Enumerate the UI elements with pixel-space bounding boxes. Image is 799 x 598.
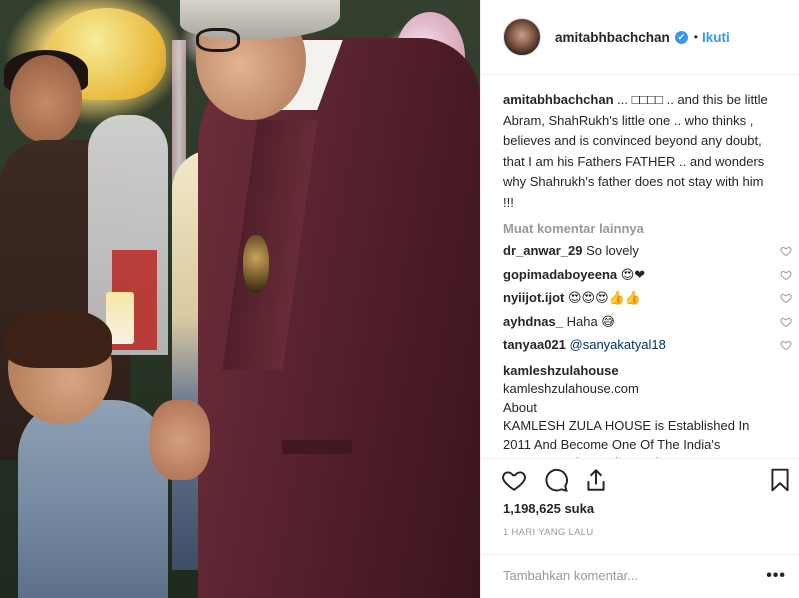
comment-text: kamleshzulahouse.com [503,381,639,396]
comment-text: 😍😍😍👍👍 [564,290,642,305]
comment-username[interactable]: gopimadaboyeena [503,267,617,282]
likes-count[interactable]: 1,198,625 suka [503,501,594,516]
person-head [10,55,82,143]
avatar[interactable] [503,18,541,56]
comment-text: 😍❤ [617,266,646,282]
comment-rows: dr_anwar_29 So lovely gopimadaboyeena 😍❤ n… [503,239,792,357]
post-caption: amitabhbachchan ... □□□□ .. and this be … [503,90,773,213]
handshake [150,400,210,480]
heart-icon[interactable] [780,292,792,304]
caption-username[interactable]: amitabhbachchan [503,92,614,107]
load-more-comments-button[interactable]: Muat komentar lainnya [503,219,778,239]
comment-item: gopimadaboyeena 😍❤ [503,263,792,287]
comment-username[interactable]: nyiijot.ijot [503,290,564,305]
heart-icon[interactable] [780,269,792,281]
comment-mention-link[interactable]: @sanyakatyal18 [570,337,666,352]
post-photo[interactable] [0,0,480,598]
boy-shirt [18,400,168,598]
comment-text: Haha 😅 [562,313,615,329]
comment-item: nyiijot.ijot 😍😍😍👍👍 [503,286,792,310]
verified-icon: ✔ [674,30,688,44]
comment-icon[interactable] [543,467,569,493]
glasses [196,28,240,52]
header-username[interactable]: amitabhbachchan [555,30,670,45]
comment-username[interactable]: ayhdnas_ [503,314,563,329]
boy-hair [4,308,112,368]
post-actions: 1,198,625 suka 1 HARI YANG LALU ••• [481,458,799,598]
comment-text: About [503,399,537,415]
comment-item: tanyaa021 @sanyakatyal18 [503,333,792,357]
heart-icon[interactable] [780,245,792,257]
separator-dot: • [693,30,698,44]
heart-icon[interactable] [780,339,792,351]
comment-item: kamleshzulahouse kamleshzulahouse.com Ab… [503,362,758,459]
comment-text: KAMLESH ZULA HOUSE is Established In 201… [503,418,750,458]
comment-item: ayhdnas_ Haha 😅 [503,310,792,334]
comment-username[interactable]: tanyaa021 [503,337,566,352]
caption-text: ... □□□□ .. and this be little Abram, Sh… [503,92,768,210]
post-side-panel: amitabhbachchan ✔ • Ikuti amitabhbachcha… [480,0,799,598]
post-header: amitabhbachchan ✔ • Ikuti [481,0,799,75]
jacket-pocket [282,440,352,454]
comment-text: So lovely [582,243,639,258]
comments-list[interactable]: amitabhbachchan ... □□□□ .. and this be … [481,76,799,458]
more-options-icon[interactable]: ••• [766,567,786,585]
heart-icon[interactable] [501,467,527,493]
post-timestamp[interactable]: 1 HARI YANG LALU [503,527,594,538]
comment-username[interactable]: dr_anwar_29 [503,243,583,258]
heart-icon[interactable] [780,316,792,328]
bookmark-icon[interactable] [767,467,793,493]
comment-input[interactable] [503,568,743,583]
share-icon[interactable] [583,467,609,493]
comment-item: dr_anwar_29 So lovely [503,239,792,263]
follow-button[interactable]: Ikuti [702,30,730,45]
jacket-badge [243,235,269,293]
comment-username[interactable]: kamleshzulahouse [503,363,619,378]
add-comment-bar: ••• [481,554,799,598]
